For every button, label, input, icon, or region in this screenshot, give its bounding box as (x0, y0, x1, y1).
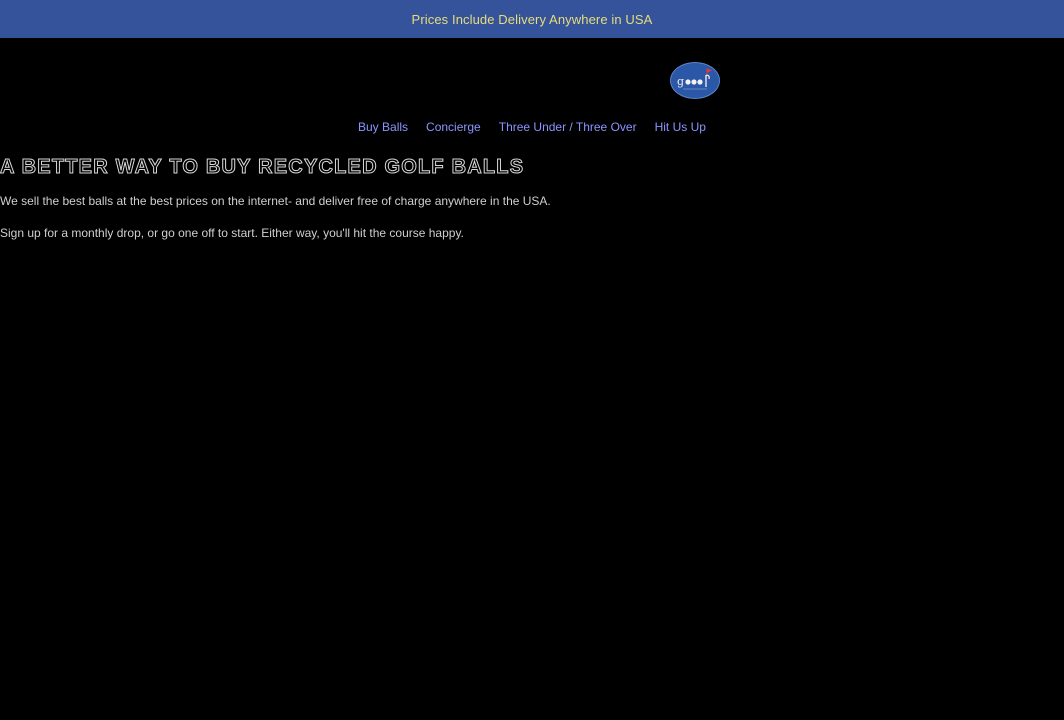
main-nav: Buy Balls Concierge Three Under / Three … (358, 120, 706, 134)
golf-balls-logo-icon: g (677, 68, 713, 90)
nav-concierge[interactable]: Concierge (426, 120, 481, 134)
announcement-bar: Prices Include Delivery Anywhere in USA (0, 0, 1064, 38)
nav-three-under-three-over[interactable]: Three Under / Three Over (499, 120, 637, 134)
hero-subscription-text: Sign up for a monthly drop, or go one of… (0, 226, 464, 240)
nav-hit-us-up[interactable]: Hit Us Up (655, 120, 706, 134)
hero-description: We sell the best balls at the best price… (0, 194, 551, 208)
nav-buy-balls[interactable]: Buy Balls (358, 120, 408, 134)
site-logo[interactable]: g (670, 62, 720, 99)
svg-text:g: g (677, 75, 684, 88)
announcement-text: Prices Include Delivery Anywhere in USA (411, 11, 653, 27)
hero-heading: A BETTER WAY TO BUY RECYCLED GOLF BALLS (0, 156, 525, 179)
